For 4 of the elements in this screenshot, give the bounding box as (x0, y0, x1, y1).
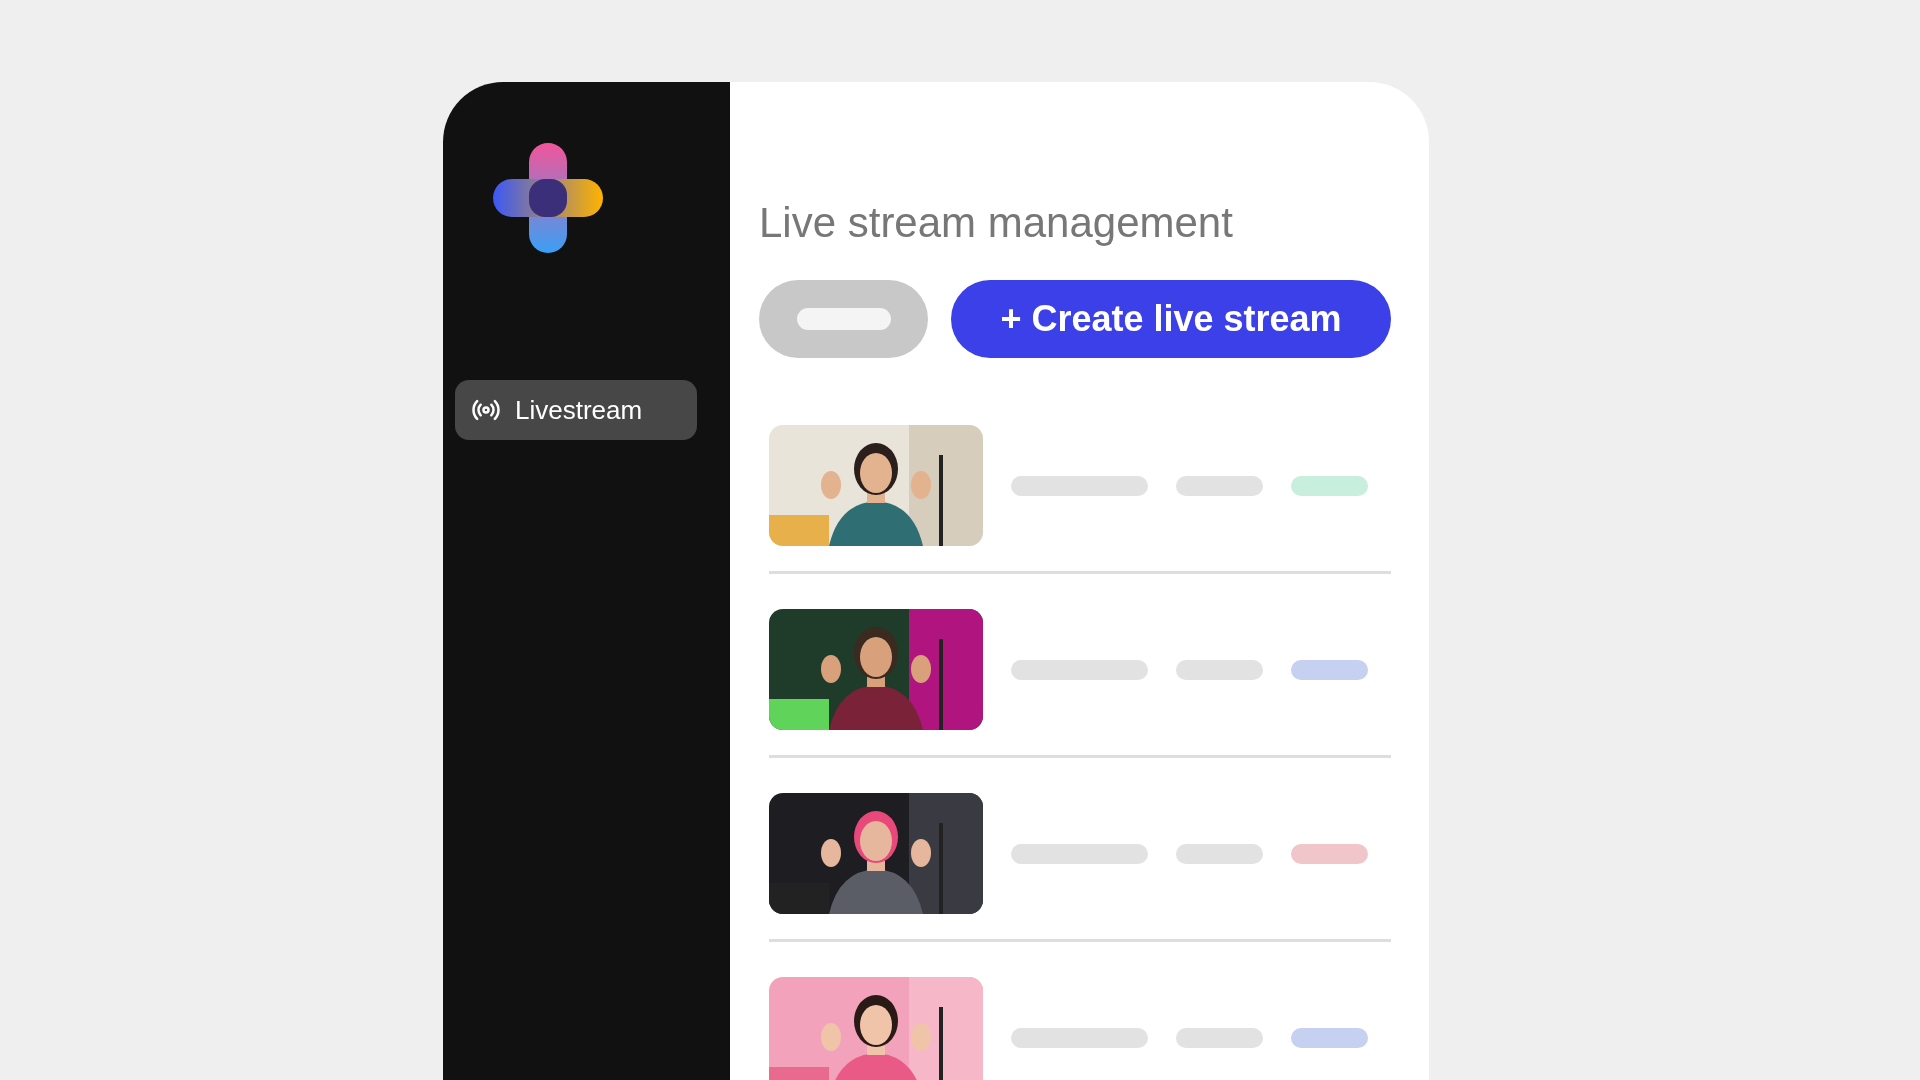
logo-icon (493, 143, 603, 253)
page-title: Live stream management (759, 198, 1234, 248)
create-button[interactable]: + Create live stream (951, 280, 1391, 359)
sidebar-item[interactable]: Livestream (455, 380, 697, 440)
